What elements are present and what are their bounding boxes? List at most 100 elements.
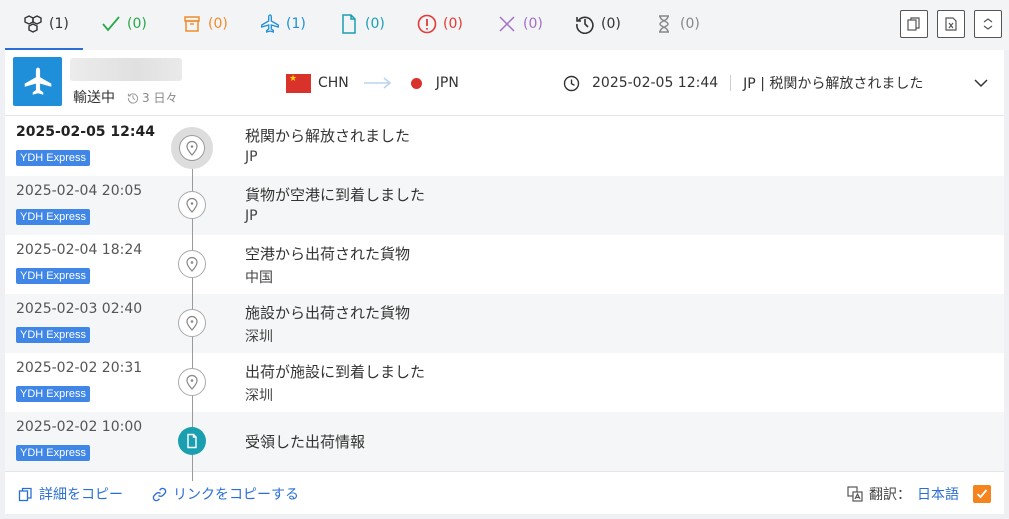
timeline-node — [178, 191, 206, 219]
tracking-card: 輸送中 3 日々 CHN JPN 2025-02-05 12:44 JP | 税… — [5, 50, 1004, 514]
alert-icon — [417, 14, 437, 34]
timeline-event: 2025-02-02 10:00 YDH Express 受領した出荷情報 — [5, 412, 1004, 471]
timeline-node — [178, 250, 206, 278]
export-excel-button[interactable] — [937, 10, 965, 38]
china-flag-icon — [286, 73, 311, 93]
timeline-node — [171, 127, 213, 169]
event-location: JP — [245, 208, 258, 224]
check-icon — [976, 489, 988, 499]
translate-checkbox[interactable] — [973, 485, 991, 503]
tracking-timeline: 2025-02-05 12:44 YDH Express 税関から解放されました… — [5, 117, 1004, 481]
translate-icon — [847, 486, 863, 502]
event-title: 受領した出荷情報 — [245, 433, 366, 451]
divider — [730, 75, 732, 91]
carrier-badge: YDH Express — [16, 445, 91, 461]
shipment-header[interactable]: 輸送中 3 日々 CHN JPN 2025-02-05 12:44 JP | 税… — [5, 50, 1004, 116]
timeline-event: 2025-02-03 02:40 YDH Express 施設から出荷された貨物… — [5, 294, 1004, 353]
origin-country: CHN — [318, 75, 349, 91]
event-location: 深圳 — [245, 329, 273, 345]
tracking-number-redacted — [70, 58, 182, 81]
cross-icon — [499, 16, 515, 32]
timeline-event: 2025-02-05 12:44 YDH Express 税関から解放されました… — [5, 117, 1004, 176]
location-pin-icon — [186, 256, 198, 272]
destination-country: JPN — [435, 75, 459, 91]
latest-time: 2025-02-05 12:44 — [592, 75, 719, 91]
event-location: JP — [245, 149, 258, 165]
copy-all-button[interactable] — [900, 10, 928, 38]
chevron-down-icon[interactable] — [973, 76, 989, 90]
link-icon — [152, 487, 167, 501]
event-title: 空港から出荷された貨物 — [245, 245, 411, 263]
tab-pickup[interactable]: (0) — [182, 0, 228, 48]
event-title: 出荷が施設に到着しました — [245, 363, 426, 381]
clock-icon — [563, 75, 580, 91]
translate-label: 翻訳： — [869, 487, 911, 503]
box-icon — [184, 16, 200, 32]
carrier-badge: YDH Express — [16, 268, 91, 284]
timeline-event: 2025-02-04 20:05 YDH Express 貨物が空港に到着しまし… — [5, 176, 1004, 235]
location-pin-icon — [186, 315, 198, 331]
hourglass-icon — [659, 15, 669, 33]
japan-flag-icon — [410, 77, 422, 89]
timeline-node — [178, 309, 206, 337]
copy-icon — [18, 487, 32, 501]
timeline-node — [178, 427, 206, 455]
event-title: 税関から解放されました — [245, 127, 411, 145]
timeline-node — [178, 368, 206, 396]
tab-pending[interactable]: (0) — [654, 0, 700, 48]
card-footer: 詳細をコピー リンクをコピーする 翻訳： 日本語 — [5, 471, 1004, 514]
tab-in-transit[interactable]: (1) — [260, 0, 306, 48]
carrier-badge: YDH Express — [16, 209, 91, 225]
translate-language[interactable]: 日本語 — [917, 484, 959, 504]
location-pin-icon — [186, 140, 198, 156]
event-location: 深圳 — [245, 388, 273, 404]
carrier-badge: YDH Express — [16, 150, 91, 166]
copy-link-label: リンクをコピーする — [173, 487, 299, 503]
timeline-event: 2025-02-04 18:24 YDH Express 空港から出荷された貨物… — [5, 235, 1004, 294]
history-icon — [576, 16, 594, 34]
latest-event: 2025-02-05 12:44 JP | 税関から解放されました — [563, 72, 923, 94]
tab-count: (0) — [443, 16, 463, 32]
document-icon — [187, 433, 197, 449]
translate-control: 翻訳： 日本語 — [847, 484, 991, 504]
latest-event-text: JP | 税関から解放されました — [743, 76, 924, 92]
tab-exception[interactable]: (0) — [417, 0, 463, 48]
event-title: 貨物が空港に到着しました — [245, 186, 426, 204]
tab-count: (0) — [601, 16, 621, 32]
event-time: 2025-02-03 02:40 — [16, 301, 143, 317]
carrier-badge: YDH Express — [16, 327, 91, 343]
document-icon — [342, 14, 356, 34]
check-icon — [102, 16, 120, 32]
transit-days: 3 日々 — [127, 89, 177, 106]
tab-all[interactable]: (1) — [5, 0, 83, 50]
event-time: 2025-02-05 12:44 — [16, 124, 155, 140]
carrier-badge: YDH Express — [16, 386, 91, 402]
copy-details-link[interactable]: 詳細をコピー — [18, 484, 123, 504]
location-pin-icon — [186, 374, 198, 390]
tab-expired[interactable]: (0) — [575, 0, 621, 48]
shipment-status: 輸送中 — [73, 90, 115, 106]
event-title: 施設から出荷された貨物 — [245, 304, 411, 322]
event-time: 2025-02-04 20:05 — [16, 183, 143, 199]
excel-icon — [945, 17, 957, 31]
route: CHN JPN — [286, 72, 459, 94]
tab-count: (1) — [286, 16, 306, 32]
expand-collapse-button[interactable] — [974, 10, 1002, 38]
tab-delivered[interactable]: (0) — [101, 0, 147, 48]
tab-count: (0) — [680, 16, 700, 32]
event-time: 2025-02-04 18:24 — [16, 242, 143, 258]
tab-count: (0) — [208, 16, 228, 32]
event-time: 2025-02-02 20:31 — [16, 360, 143, 376]
tab-info-received[interactable]: (0) — [339, 0, 385, 48]
copy-link-link[interactable]: リンクをコピーする — [152, 484, 299, 504]
tab-count: (0) — [523, 16, 543, 32]
packages-icon — [24, 15, 42, 33]
history-icon — [127, 92, 139, 104]
status-tab-bar: (1) (0) (0) (1) (0) (0) (0) (0) (0) — [0, 0, 1009, 50]
tab-failed[interactable]: (0) — [497, 0, 543, 48]
timeline-event: 2025-02-02 20:31 YDH Express 出荷が施設に到着しまし… — [5, 353, 1004, 412]
status-badge — [13, 57, 62, 106]
plane-icon — [24, 67, 51, 95]
expand-icon — [983, 18, 993, 30]
tab-count: (0) — [127, 16, 147, 32]
